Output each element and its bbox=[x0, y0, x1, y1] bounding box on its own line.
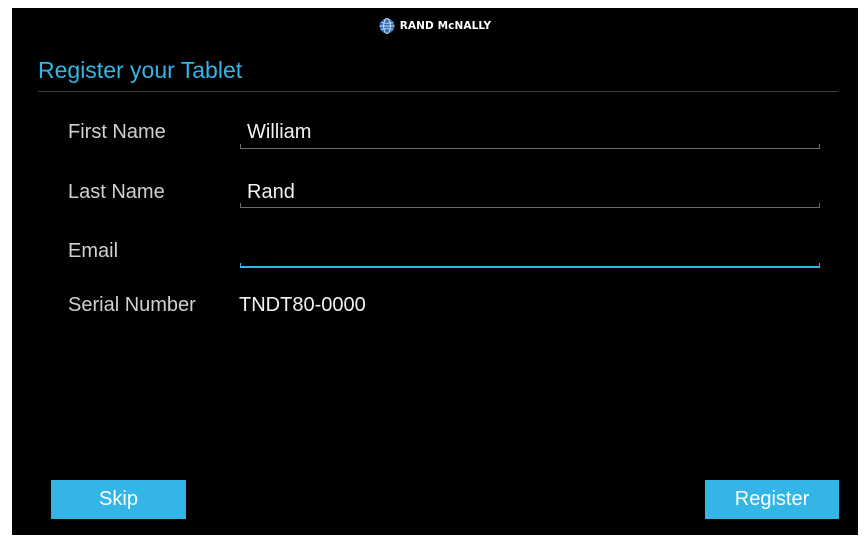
globe-logo-icon bbox=[379, 18, 395, 34]
email-label: Email bbox=[68, 240, 119, 262]
last-name-underline bbox=[240, 203, 820, 208]
last-name-input[interactable] bbox=[240, 175, 820, 209]
brand-header: RAND McNALLY bbox=[12, 18, 858, 34]
title-divider bbox=[38, 91, 838, 92]
serial-number-value: TNDT80-0000 bbox=[239, 294, 366, 316]
page-title: Register your Tablet bbox=[38, 57, 243, 83]
email-input[interactable] bbox=[240, 234, 820, 268]
first-name-underline bbox=[240, 144, 820, 149]
last-name-label: Last Name bbox=[68, 181, 165, 203]
email-underline-focused bbox=[240, 263, 820, 268]
registration-screen: RAND McNALLY Register your Tablet First … bbox=[12, 8, 858, 535]
skip-button[interactable]: Skip bbox=[51, 480, 186, 519]
first-name-input[interactable] bbox=[240, 115, 820, 149]
serial-number-label: Serial Number bbox=[68, 294, 196, 316]
first-name-label: First Name bbox=[68, 121, 166, 143]
register-button[interactable]: Register bbox=[705, 480, 839, 519]
brand-name: RAND McNALLY bbox=[399, 20, 492, 32]
